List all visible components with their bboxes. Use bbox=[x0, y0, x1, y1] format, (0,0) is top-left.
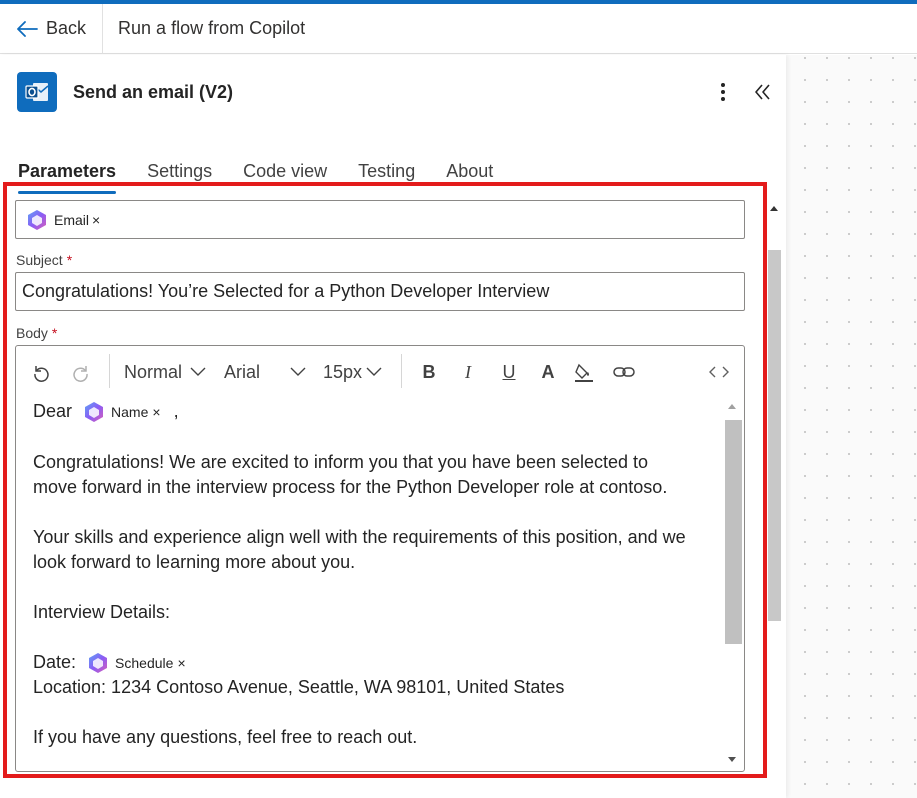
token-remove-icon[interactable]: × bbox=[92, 212, 100, 228]
token-label: Schedule bbox=[115, 654, 174, 671]
underline-button[interactable]: U bbox=[498, 359, 520, 385]
tab-settings[interactable]: Settings bbox=[147, 161, 212, 195]
chevron-down-icon bbox=[290, 367, 306, 376]
scroll-thumb[interactable] bbox=[768, 250, 781, 621]
back-label: Back bbox=[46, 18, 87, 38]
flow-canvas[interactable] bbox=[786, 55, 917, 798]
token-remove-icon[interactable]: × bbox=[152, 400, 160, 425]
italic-button[interactable]: I bbox=[458, 359, 478, 385]
font-size-value: 15px bbox=[323, 361, 363, 382]
toolbar-divider bbox=[401, 354, 402, 388]
collapse-panel-icon[interactable] bbox=[752, 80, 774, 104]
scroll-down-icon[interactable] bbox=[728, 757, 736, 762]
scroll-up-icon[interactable] bbox=[728, 404, 736, 409]
tab-code-view[interactable]: Code view bbox=[243, 161, 327, 195]
schedule-token[interactable]: Schedule × bbox=[87, 651, 186, 676]
body-line: look forward to learning more about you. bbox=[33, 552, 356, 572]
editor-scrollbar[interactable] bbox=[724, 399, 742, 771]
copilot-icon bbox=[85, 402, 104, 423]
font-dropdown[interactable]: Arial bbox=[224, 359, 306, 385]
panel-tabs: Parameters Settings Code view Testing Ab… bbox=[18, 161, 524, 195]
outlook-icon bbox=[17, 72, 57, 112]
font-size-dropdown[interactable]: 15px bbox=[323, 359, 382, 385]
greeting-line: Dear Name × , bbox=[33, 399, 723, 425]
paragraph-style-value: Normal bbox=[124, 361, 183, 382]
body-line: move forward in the interview process fo… bbox=[33, 477, 668, 497]
body-line: Your skills and experience align well wi… bbox=[33, 527, 686, 547]
subject-label: Subject * bbox=[16, 252, 72, 268]
link-icon[interactable] bbox=[612, 359, 636, 385]
greeting-text: Dear bbox=[33, 401, 73, 421]
body-line: Interview Details: bbox=[33, 602, 171, 622]
body-line: Congratulations! We are excited to infor… bbox=[33, 452, 649, 472]
copilot-icon bbox=[28, 209, 46, 230]
chevron-down-icon bbox=[366, 367, 382, 376]
required-mark: * bbox=[66, 252, 73, 268]
token-label: Email bbox=[54, 211, 90, 228]
required-mark: * bbox=[51, 325, 58, 341]
code-view-icon[interactable] bbox=[707, 359, 731, 385]
scroll-up-icon[interactable] bbox=[770, 206, 778, 211]
action-title: Send an email (V2) bbox=[73, 82, 234, 102]
greeting-suffix: , bbox=[173, 401, 179, 421]
date-line: Date: Schedule × bbox=[33, 650, 723, 676]
editor-toolbar: Normal Arial 15px B I U A bbox=[16, 346, 744, 396]
date-label: Date: bbox=[33, 652, 77, 672]
copilot-icon bbox=[89, 653, 108, 674]
token-remove-icon[interactable]: × bbox=[177, 651, 185, 676]
to-field[interactable]: Email × bbox=[15, 200, 745, 239]
back-arrow-icon bbox=[17, 20, 38, 37]
font-value: Arial bbox=[224, 361, 261, 382]
chevron-down-icon bbox=[190, 367, 206, 376]
name-token[interactable]: Name × bbox=[83, 400, 161, 425]
top-header: Back Run a flow from Copilot bbox=[0, 3, 917, 54]
tab-parameters[interactable]: Parameters bbox=[18, 161, 117, 195]
dynamic-content-token[interactable]: Email × bbox=[26, 209, 100, 231]
body-line: If you have any questions, feel free to … bbox=[33, 727, 418, 747]
body-line: Location: 1234 Contoso Avenue, Seattle, … bbox=[33, 677, 565, 697]
back-button[interactable]: Back bbox=[0, 4, 102, 54]
redo-icon[interactable] bbox=[70, 359, 92, 385]
tab-testing[interactable]: Testing bbox=[358, 161, 415, 195]
body-label-text: Body bbox=[16, 325, 48, 341]
subject-input[interactable] bbox=[15, 272, 745, 311]
body-editor[interactable]: Normal Arial 15px B I U A Dear Name × , … bbox=[15, 345, 745, 772]
highlight-color-icon[interactable] bbox=[572, 359, 596, 385]
scroll-thumb[interactable] bbox=[725, 420, 742, 644]
bold-button[interactable]: B bbox=[418, 359, 440, 385]
undo-icon[interactable] bbox=[30, 359, 52, 385]
font-color-button[interactable]: A bbox=[537, 359, 559, 385]
subject-label-text: Subject bbox=[16, 252, 63, 268]
header-divider bbox=[102, 3, 104, 54]
toolbar-divider bbox=[109, 354, 110, 388]
tab-about[interactable]: About bbox=[446, 161, 493, 195]
panel-scrollbar[interactable] bbox=[766, 200, 783, 798]
body-label: Body * bbox=[16, 325, 57, 341]
page-title: Run a flow from Copilot bbox=[118, 18, 306, 38]
more-options-icon[interactable] bbox=[713, 80, 733, 104]
paragraph-style-dropdown[interactable]: Normal bbox=[124, 359, 206, 385]
token-label: Name bbox=[111, 403, 149, 420]
